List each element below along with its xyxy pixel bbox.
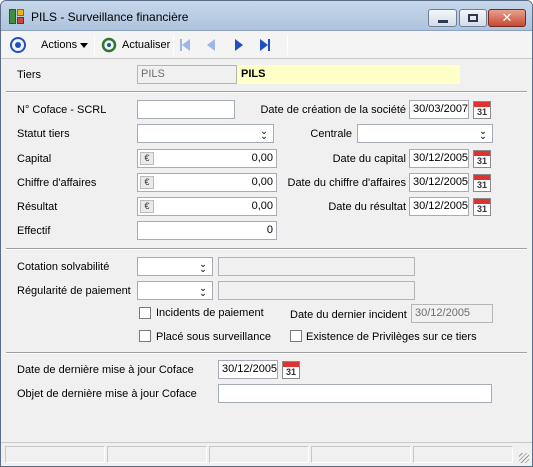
actions-label: Actions bbox=[41, 39, 78, 51]
previous-record-button[interactable] bbox=[207, 35, 215, 55]
regularite-description bbox=[218, 281, 415, 300]
first-record-button[interactable] bbox=[180, 35, 190, 55]
minimize-icon bbox=[429, 10, 456, 26]
cotation-label: Cotation solvabilité bbox=[17, 261, 110, 273]
last-icon bbox=[260, 39, 268, 51]
centrale-label: Centrale bbox=[310, 128, 352, 140]
effectif-input[interactable]: 0 bbox=[137, 221, 277, 240]
status-cell bbox=[209, 446, 309, 463]
status-cell bbox=[413, 446, 513, 463]
refresh-button[interactable]: Actualiser bbox=[101, 35, 170, 55]
cotation-select[interactable]: ⌄ ⌄ bbox=[137, 257, 213, 276]
title-bar: PILS - Surveillance financière ✕ bbox=[1, 1, 532, 31]
dernier-incident-label: Date du dernier incident bbox=[290, 309, 407, 321]
creation-date-input[interactable]: 30/03/2007 bbox=[409, 100, 469, 119]
coface-update-object-input[interactable] bbox=[218, 384, 492, 403]
toolbar: Actions Actualiser bbox=[1, 31, 532, 59]
refresh-label: Actualiser bbox=[122, 39, 171, 51]
ca-label: Chiffre d'affaires bbox=[17, 177, 97, 189]
surveillance-checkbox[interactable] bbox=[139, 330, 151, 342]
coface-update-object-label: Objet de dernière mise à jour Coface bbox=[17, 388, 197, 400]
capital-label: Capital bbox=[17, 153, 52, 165]
section-divider bbox=[6, 91, 527, 93]
creation-date-label: Date de création de la société bbox=[260, 104, 406, 116]
coface-label: N° Coface - SCRL bbox=[17, 104, 107, 116]
calendar-icon[interactable]: 31 bbox=[282, 361, 300, 379]
status-cell bbox=[311, 446, 411, 463]
refresh-icon bbox=[101, 37, 117, 53]
toolbar-separator bbox=[173, 35, 174, 55]
target-icon[interactable] bbox=[9, 35, 27, 55]
window-title: PILS - Surveillance financière bbox=[31, 10, 189, 24]
date-capital-input[interactable]: 30/12/2005 bbox=[409, 149, 469, 168]
date-capital-label: Date du capital bbox=[332, 153, 406, 165]
coface-update-date-input[interactable]: 30/12/2005 bbox=[218, 360, 278, 379]
status-cell bbox=[5, 446, 105, 463]
maximize-icon bbox=[460, 10, 486, 26]
calendar-icon[interactable]: 31 bbox=[473, 198, 491, 216]
last-record-button[interactable] bbox=[260, 35, 270, 55]
date-ca-label: Date du chiffre d'affaires bbox=[287, 177, 407, 189]
chevron-down-icon: ⌄ ⌄ bbox=[199, 258, 207, 274]
minimize-button[interactable] bbox=[428, 9, 457, 27]
main-window: PILS - Surveillance financière ✕ Actions… bbox=[0, 0, 533, 467]
first-icon bbox=[182, 39, 190, 51]
actions-menu[interactable]: Actions bbox=[41, 35, 89, 55]
chevron-down-icon: ⌄ ⌄ bbox=[479, 125, 487, 141]
app-icon bbox=[9, 9, 25, 25]
euro-icon: € bbox=[140, 152, 154, 165]
section-divider bbox=[6, 248, 527, 250]
euro-icon: € bbox=[140, 200, 154, 213]
tiers-name-field: PILS bbox=[237, 65, 460, 84]
maximize-button[interactable] bbox=[459, 9, 487, 27]
status-bar bbox=[1, 442, 532, 466]
privileges-label: Existence de Privilèges sur ce tiers bbox=[306, 331, 477, 343]
statut-select[interactable]: ⌄ ⌄ bbox=[137, 124, 274, 143]
calendar-icon[interactable]: 31 bbox=[473, 101, 491, 119]
date-resultat-label: Date du résultat bbox=[328, 201, 406, 213]
date-resultat-input[interactable]: 30/12/2005 bbox=[409, 197, 469, 216]
regularite-label: Régularité de paiement bbox=[17, 285, 131, 297]
dropdown-arrow-icon bbox=[80, 42, 89, 48]
regularite-select[interactable]: ⌄ ⌄ bbox=[137, 281, 213, 300]
form-panel: Tiers PILS PILS N° Coface - SCRL Date de… bbox=[6, 61, 527, 443]
effectif-label: Effectif bbox=[17, 225, 51, 237]
resultat-label: Résultat bbox=[17, 201, 58, 213]
euro-icon: € bbox=[140, 176, 154, 189]
incidents-checkbox[interactable] bbox=[139, 307, 151, 319]
tiers-code-field: PILS bbox=[137, 65, 237, 84]
next-icon bbox=[235, 39, 243, 51]
previous-icon bbox=[207, 39, 215, 51]
toolbar-separator bbox=[287, 35, 288, 55]
coface-update-date-label: Date de dernière mise à jour Coface bbox=[17, 364, 194, 376]
surveillance-label: Placé sous surveillance bbox=[156, 331, 271, 343]
close-icon: ✕ bbox=[501, 10, 513, 25]
statut-label: Statut tiers bbox=[17, 128, 70, 140]
privileges-checkbox[interactable] bbox=[290, 330, 302, 342]
coface-input[interactable] bbox=[137, 100, 235, 119]
section-divider bbox=[6, 352, 527, 354]
calendar-icon[interactable]: 31 bbox=[473, 174, 491, 192]
close-button[interactable]: ✕ bbox=[488, 9, 526, 27]
cotation-description bbox=[218, 257, 415, 276]
calendar-icon[interactable]: 31 bbox=[473, 150, 491, 168]
date-ca-input[interactable]: 30/12/2005 bbox=[409, 173, 469, 192]
dernier-incident-field: 30/12/2005 bbox=[411, 304, 493, 323]
resize-grip-icon[interactable] bbox=[519, 453, 529, 463]
tiers-label: Tiers bbox=[17, 69, 42, 81]
next-record-button[interactable] bbox=[235, 35, 243, 55]
centrale-select[interactable]: ⌄ ⌄ bbox=[357, 124, 493, 143]
status-cell bbox=[107, 446, 207, 463]
chevron-down-icon: ⌄ ⌄ bbox=[199, 282, 207, 298]
incidents-label: Incidents de paiement bbox=[156, 307, 264, 319]
toolbar-separator bbox=[94, 35, 95, 55]
